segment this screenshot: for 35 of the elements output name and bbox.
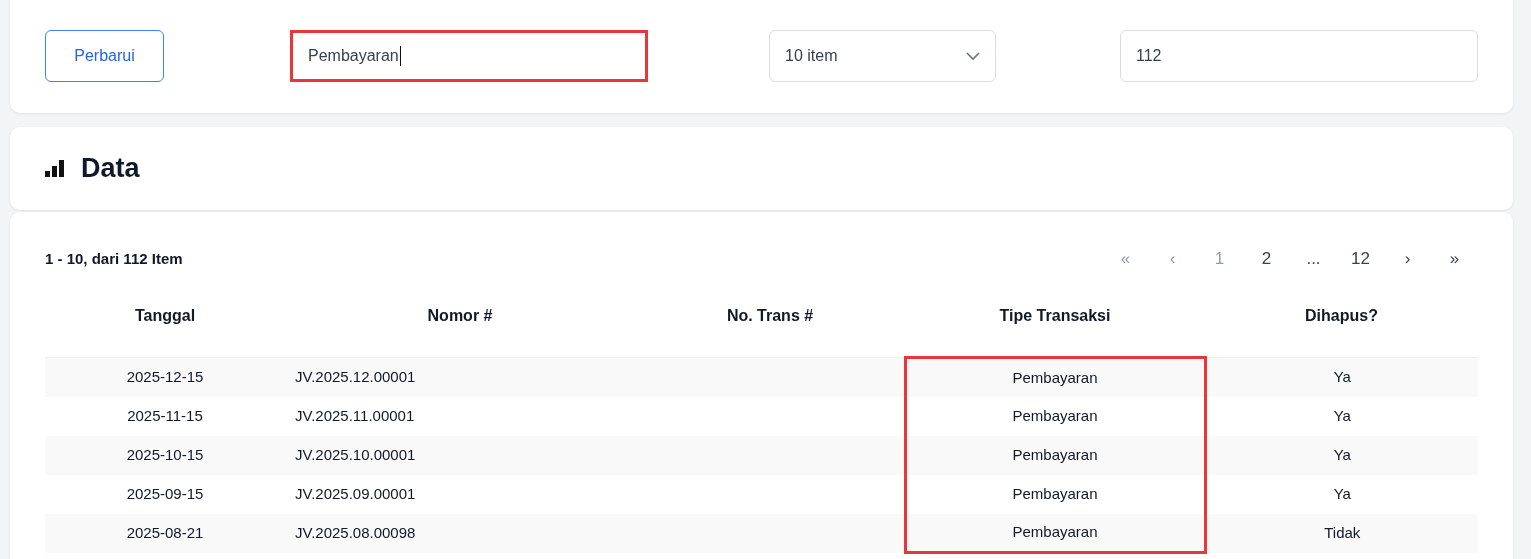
section-title: Data [81, 152, 140, 185]
page-size-select[interactable]: 10 item [769, 30, 996, 82]
table-cell: 2025-12-15 [45, 357, 285, 397]
table-cell: Pembayaran [905, 357, 1205, 397]
table-cell: JV.2025.11.00001 [285, 396, 635, 436]
page-link[interactable]: › [1384, 246, 1431, 272]
column-header: Dihapus? [1205, 297, 1478, 358]
table-cell: 2025-09-15 [45, 474, 285, 514]
bar-chart-icon [45, 160, 65, 177]
table-cell: JV.2025.12.00001 [285, 357, 635, 397]
total-field[interactable]: 112 [1120, 30, 1478, 82]
refresh-button[interactable]: Perbarui [45, 30, 164, 82]
table-cell: JV.2025.10.00001 [285, 435, 635, 475]
page-link[interactable]: ... [1290, 246, 1337, 272]
table-cell: 2025-10-15 [45, 435, 285, 475]
table-cell: JV.2025.08.00098 [285, 513, 635, 553]
search-field[interactable]: Pembayaran [290, 30, 648, 82]
table-cell: Ya [1205, 435, 1478, 475]
table-cell: Ya [1205, 396, 1478, 436]
table-cell: Ya [1205, 474, 1478, 514]
table-cell: 2025-08-21 [45, 513, 285, 553]
table-cell: Pembayaran [905, 435, 1205, 475]
column-header: No. Trans # [635, 297, 905, 358]
page-link[interactable]: 12 [1337, 246, 1384, 272]
table-cell: JV.2025.09.00001 [285, 474, 635, 514]
table-cell: Pembayaran [905, 513, 1205, 553]
page-link[interactable]: » [1431, 246, 1478, 272]
page-link[interactable]: 2 [1243, 246, 1290, 272]
column-header: Tanggal [45, 297, 285, 358]
item-count: 1 - 10, dari 112 Item [45, 248, 183, 269]
column-header: Nomor # [285, 297, 635, 358]
table-cell: Ya [1205, 357, 1478, 397]
table-cell: 2025-11-15 [45, 396, 285, 436]
chevron-down-icon [966, 51, 980, 61]
table-cell: Tidak [1205, 513, 1478, 553]
